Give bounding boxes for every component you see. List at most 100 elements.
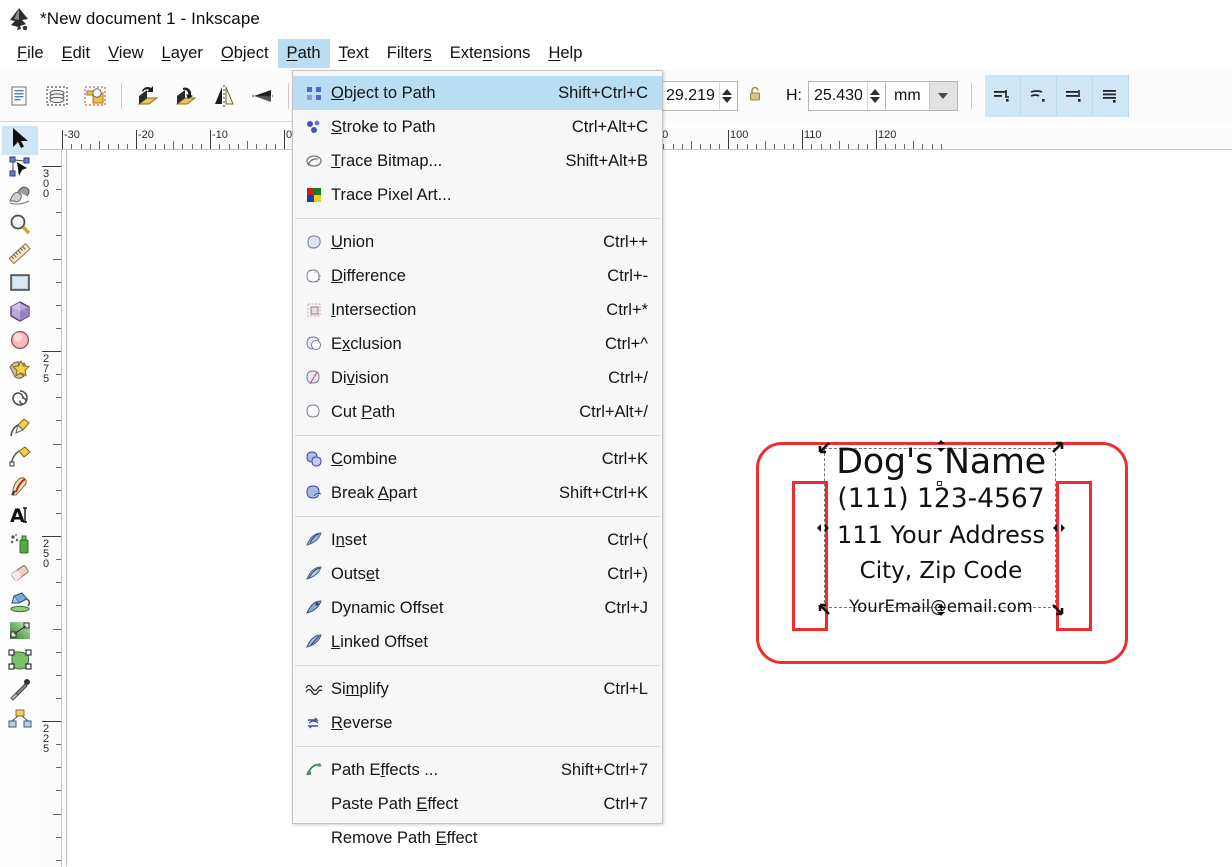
menu-item-division[interactable]: Division Ctrl+/ xyxy=(293,361,662,395)
menu-root-view[interactable]: View xyxy=(99,39,152,69)
height-spin-up-icon[interactable] xyxy=(870,89,880,95)
text-align-left-icon[interactable] xyxy=(984,75,1021,117)
menu-item-trace-bitmap[interactable]: Trace Bitmap... Shift+Alt+B xyxy=(293,144,662,178)
star-tool[interactable] xyxy=(2,358,38,387)
text-align-flow-icon[interactable] xyxy=(1020,75,1057,117)
node-tool[interactable] xyxy=(2,155,38,184)
menu-root-path[interactable]: Path xyxy=(277,38,330,69)
mesh-tool[interactable] xyxy=(2,648,38,677)
menu-item-dynamic-offset[interactable]: Dynamic Offset Ctrl+J xyxy=(293,591,662,625)
selection-handle-top-right[interactable] xyxy=(1051,440,1065,454)
selection-handle-bottom-right[interactable] xyxy=(1051,603,1065,617)
pencil-tool[interactable] xyxy=(2,416,38,445)
menu-root-extensions[interactable]: Extensions xyxy=(441,39,540,69)
menu-item-difference[interactable]: Difference Ctrl+- xyxy=(293,259,662,293)
menu-item-object-to-path[interactable]: Object to Path Shift+Ctrl+C xyxy=(293,76,662,110)
vertical-ruler[interactable]: 300 275 250 225 xyxy=(40,150,62,867)
text-align-right-icon[interactable] xyxy=(1056,75,1093,117)
menu-root-edit[interactable]: Edit xyxy=(53,39,99,69)
rotate-90-ccw-icon[interactable] xyxy=(131,79,165,113)
rectangle-tool[interactable] xyxy=(2,271,38,300)
menu-item-simplify[interactable]: Simplify Ctrl+L xyxy=(293,672,662,706)
selection-handle-bottom-center[interactable] xyxy=(934,603,948,617)
paint-bucket-tool[interactable] xyxy=(2,590,38,619)
menu-item-cut-path[interactable]: Cut Path Ctrl+Alt+/ xyxy=(293,395,662,429)
spray-tool[interactable] xyxy=(2,532,38,561)
width-stepper[interactable] xyxy=(660,81,738,111)
menu-item-outset[interactable]: Outset Ctrl+) xyxy=(293,557,662,591)
selection-handle-top-center[interactable] xyxy=(934,439,948,453)
menu-item-label: Paste Path Effect xyxy=(331,794,459,813)
gradient-tool[interactable] xyxy=(2,619,38,648)
ruler-label: 250 xyxy=(40,538,52,568)
menu-item-label: Remove Path Effect xyxy=(331,828,478,847)
menu-item-path-effects[interactable]: Path Effects ... Shift+Ctrl+7 xyxy=(293,753,662,787)
ruler-tick-minor xyxy=(53,813,61,815)
menu-item-union[interactable]: Union Ctrl++ xyxy=(293,225,662,259)
menu-root-file[interactable]: File xyxy=(8,39,53,69)
menu-root-filters[interactable]: Filters xyxy=(378,39,441,69)
tag-text-address[interactable]: 111 Your Address xyxy=(825,521,1057,549)
calligraphy-tool[interactable] xyxy=(2,474,38,503)
height-spin-arrows[interactable] xyxy=(867,82,882,110)
menu-root-layer[interactable]: Layer xyxy=(153,39,212,69)
box3d-tool[interactable] xyxy=(2,300,38,329)
path-menu-popup[interactable]: Object to Path Shift+Ctrl+C Stroke to Path… xyxy=(292,70,663,847)
bezier-tool[interactable] xyxy=(2,445,38,474)
width-spin-arrows[interactable] xyxy=(719,82,734,110)
menu-item-remove-path-effect[interactable]: Remove Path Effect xyxy=(293,821,662,855)
zoom-tool[interactable] xyxy=(2,213,38,242)
chevron-down-icon[interactable] xyxy=(928,82,957,110)
flip-vertical-icon[interactable] xyxy=(245,79,279,113)
rotate-90-cw-icon[interactable] xyxy=(169,79,203,113)
menu-item-label: Path Effects ... xyxy=(331,760,439,779)
menu-item-inset[interactable]: Inset Ctrl+( xyxy=(293,523,662,557)
simplify-icon xyxy=(303,679,325,699)
width-spin-down-icon[interactable] xyxy=(722,97,732,103)
selector-tool[interactable] xyxy=(2,126,38,155)
spiral-tool[interactable] xyxy=(2,387,38,416)
menu-item-linked-offset[interactable]: Linked Offset xyxy=(293,625,662,659)
menu-root-text[interactable]: Text xyxy=(330,39,378,69)
dropper-tool[interactable] xyxy=(2,677,38,706)
menu-root-label: File xyxy=(17,43,44,62)
menu-root-object[interactable]: Object xyxy=(212,39,278,69)
ellipse-tool[interactable] xyxy=(2,329,38,358)
menu-item-trace-pixel-art[interactable]: Trace Pixel Art... xyxy=(293,178,662,212)
menu-item-exclusion[interactable]: Exclusion Ctrl+^ xyxy=(293,327,662,361)
flip-horizontal-icon[interactable] xyxy=(207,79,241,113)
selection-handle-top-left[interactable] xyxy=(817,440,831,454)
menu-item-combine[interactable]: Combine Ctrl+K xyxy=(293,442,662,476)
height-input[interactable] xyxy=(809,82,867,110)
menu-item-break-apart[interactable]: Break Apart Shift+Ctrl+K xyxy=(293,476,662,510)
selection-bounding-box[interactable]: Dog's Name (111) 123-4567 111 Your Addre… xyxy=(817,440,1065,616)
ruler-label: -10 xyxy=(212,129,228,141)
selection-handle-middle-right[interactable] xyxy=(1052,521,1066,535)
connector-tool[interactable] xyxy=(2,706,38,735)
layers-icon[interactable] xyxy=(40,79,74,113)
object-properties-icon[interactable] xyxy=(78,79,112,113)
height-stepper[interactable] xyxy=(808,81,886,111)
text-tool[interactable]: A xyxy=(2,503,38,532)
eraser-tool[interactable] xyxy=(2,561,38,590)
inset-icon xyxy=(303,530,325,550)
menu-root-help[interactable]: Help xyxy=(539,39,591,69)
menu-item-stroke-to-path[interactable]: Stroke to Path Ctrl+Alt+C xyxy=(293,110,662,144)
text-align-justify-icon[interactable] xyxy=(1092,75,1129,117)
height-spin-down-icon[interactable] xyxy=(870,97,880,103)
menu-item-reverse[interactable]: Reverse xyxy=(293,706,662,740)
selection-handle-bottom-left[interactable] xyxy=(817,603,831,617)
tag-text-phone[interactable]: (111) 123-4567 xyxy=(825,483,1057,514)
menu-item-intersection[interactable]: Intersection Ctrl+* xyxy=(293,293,662,327)
measure-tool[interactable] xyxy=(2,242,38,271)
document-properties-icon[interactable] xyxy=(2,79,36,113)
menu-item-paste-path-effect[interactable]: Paste Path Effect Ctrl+7 xyxy=(293,787,662,821)
unit-selector[interactable]: mm xyxy=(886,81,958,111)
tag-text-city[interactable]: City, Zip Code xyxy=(825,558,1057,584)
tweak-tool[interactable] xyxy=(2,184,38,213)
width-spin-up-icon[interactable] xyxy=(722,89,732,95)
lock-ratio-icon[interactable] xyxy=(748,86,762,107)
selection-handle-middle-left[interactable] xyxy=(816,521,830,535)
menu-bar: File Edit View Layer Object Path Text Filters Ex… xyxy=(0,37,1232,70)
width-input[interactable] xyxy=(661,82,719,110)
